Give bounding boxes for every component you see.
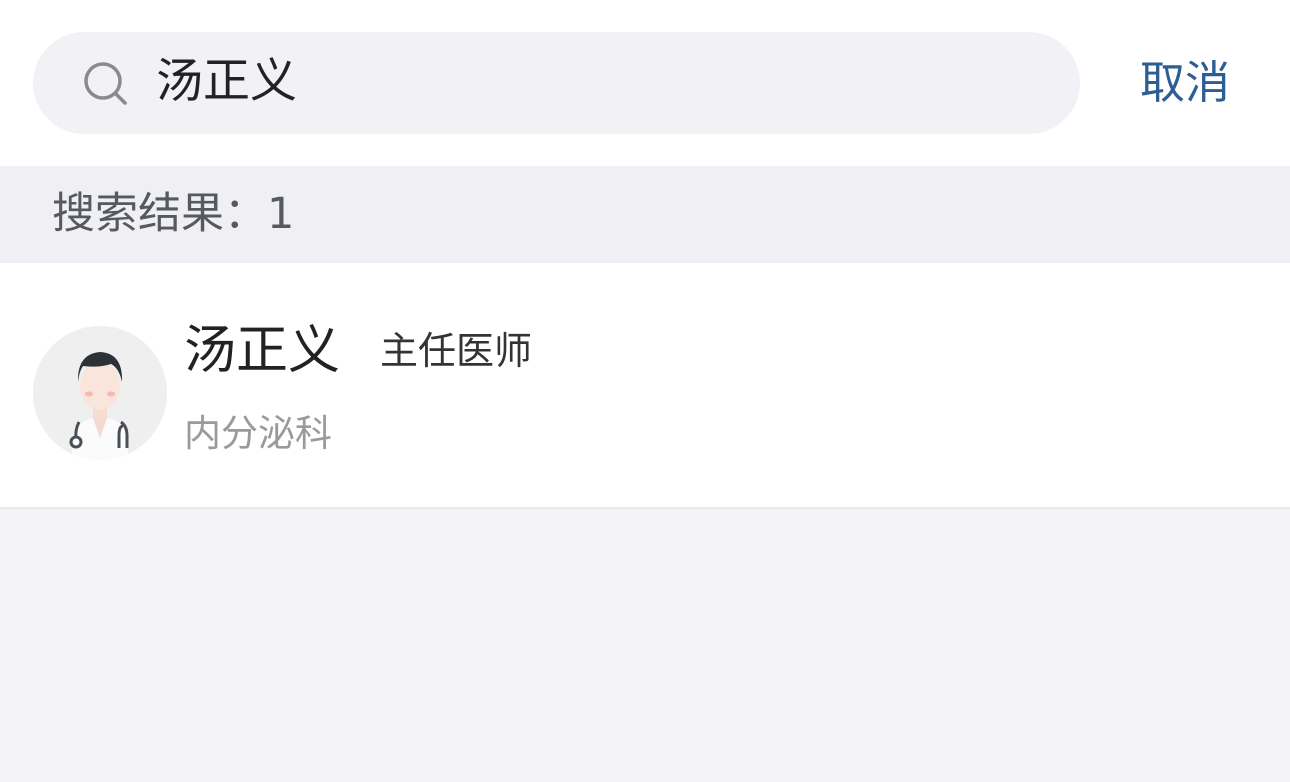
- search-icon: [82, 60, 134, 112]
- search-header: 取消: [0, 0, 1290, 166]
- doctor-name: 汤正义: [184, 321, 341, 381]
- result-count-label: 搜索结果：1: [52, 189, 295, 239]
- search-input[interactable]: [156, 46, 1036, 118]
- doctor-title: 主任医师: [380, 329, 533, 373]
- cancel-button[interactable]: 取消: [1126, 48, 1244, 118]
- search-page: 取消 搜索结果：1 汤正义 主任医师 内分泌科: [0, 0, 1290, 782]
- doctor-result-item[interactable]: [0, 263, 1290, 509]
- doctor-department: 内分泌科: [184, 412, 332, 455]
- doctor-avatar-icon: [33, 326, 167, 460]
